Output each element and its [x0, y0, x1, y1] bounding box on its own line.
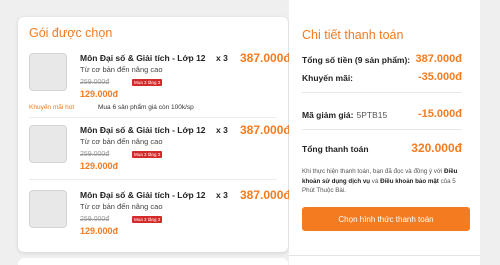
bottom-strip [289, 255, 480, 265]
package-item: Môn Đại số & Giải tích - Lớp 12 x 3 387.… [18, 51, 291, 125]
package-thumbnail [29, 125, 67, 163]
package-old-price: 259.000đ [80, 216, 110, 223]
package-name: Môn Đại số & Giải tích - Lớp 12 [80, 125, 206, 135]
package-quantity: x 3 [216, 190, 228, 200]
package-promo-badge: Mua 3 tặng 3 [132, 216, 163, 223]
package-new-price: 129.000đ [80, 89, 119, 99]
coupon-row: Mã giảm giá: 5PTB15 [302, 110, 387, 120]
coupon-code: 5PTB15 [356, 110, 388, 120]
package-item: Môn Đại số & Giải tích - Lớp 12 x 3 387.… [18, 188, 291, 262]
item-divider [29, 117, 277, 118]
package-old-price: 259.000đ [80, 79, 110, 86]
package-price: 387.000đ [240, 188, 291, 202]
payment-details-title: Chi tiết thanh toán [302, 28, 404, 42]
package-promo-badge: Mua 3 tặng 3 [132, 151, 163, 158]
package-quantity: x 3 [216, 53, 228, 63]
grand-total-value: 320.000đ [411, 141, 462, 155]
next-panel-edge [289, 255, 480, 265]
next-card-edge [18, 258, 288, 265]
package-item: Môn Đại số & Giải tích - Lớp 12 x 3 387.… [18, 123, 291, 197]
coupon-value: -15.000đ [417, 108, 462, 120]
discount-value: -35.000đ [417, 71, 462, 83]
total-amount-label: Tổng số tiền (9 sản phẩm): [302, 55, 411, 65]
payment-details-panel: Chi tiết thanh toán Tổng số tiền (9 sản … [289, 0, 480, 265]
package-promo-badge: Mua 3 tặng 3 [132, 79, 163, 86]
package-price: 387.000đ [240, 123, 291, 137]
payment-divider [302, 92, 462, 93]
package-quantity: x 3 [216, 125, 228, 135]
promo-description: Mua 6 sản phẩm giá còn 100k/sp [98, 104, 194, 111]
package-price: 387.000đ [240, 51, 291, 65]
coupon-label: Mã giảm giá: [302, 110, 354, 120]
terms-note-text: Khi thực hiện thanh toán, bạn đã đọc và … [302, 168, 445, 175]
payment-divider [302, 129, 462, 130]
terms-note: Khi thực hiện thanh toán, bạn đã đọc và … [302, 167, 464, 196]
privacy-policy-link[interactable]: Điều khoản bảo mật [380, 178, 439, 185]
grand-total-label: Tổng thanh toán [302, 144, 369, 154]
package-description: Từ cơ bản đến nâng cao [80, 65, 163, 74]
total-amount-value: 387.000đ [415, 53, 462, 65]
promo-hot-label: Khuyến mãi hot [29, 104, 75, 111]
item-divider [29, 179, 277, 180]
package-thumbnail [29, 53, 67, 91]
package-old-price: 259.000đ [80, 151, 110, 158]
package-description: Từ cơ bản đến nâng cao [80, 137, 163, 146]
package-name: Môn Đại số & Giải tích - Lớp 12 [80, 190, 206, 200]
package-new-price: 129.000đ [80, 161, 119, 171]
selected-packages-title: Gói được chọn [29, 26, 113, 40]
package-thumbnail [29, 190, 67, 228]
package-description: Từ cơ bản đến nâng cao [80, 202, 163, 211]
terms-note-and: và [370, 177, 381, 185]
package-name: Môn Đại số & Giải tích - Lớp 12 [80, 53, 206, 63]
package-new-price: 129.000đ [80, 226, 119, 236]
choose-payment-method-button[interactable]: Chọn hình thức thanh toán [302, 207, 470, 231]
discount-label: Khuyến mãi: [302, 73, 354, 83]
selected-packages-card: Gói được chọn Môn Đại số & Giải tích - L… [18, 17, 291, 252]
